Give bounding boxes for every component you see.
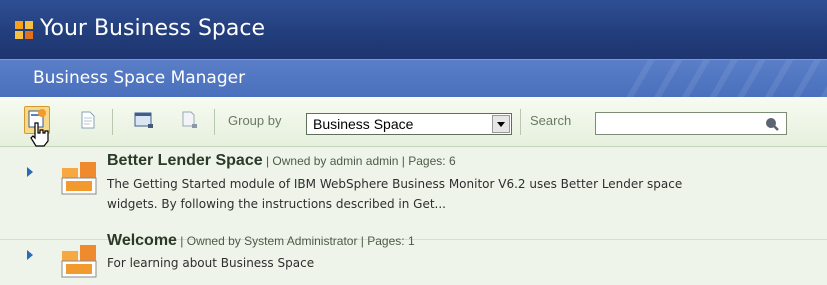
space-description: widgets. By following the instructions d… [107, 197, 446, 211]
space-description: For learning about Business Space [107, 256, 315, 270]
space-name-link[interactable]: Welcome [107, 232, 177, 249]
new-page-button[interactable] [77, 109, 99, 131]
manage-space-button[interactable] [133, 109, 155, 131]
toolbar-separator [214, 109, 215, 135]
search-icon[interactable] [764, 116, 780, 132]
app-header: Your Business Space [0, 0, 827, 59]
window-icon [134, 112, 153, 128]
space-description: The Getting Started module of IBM WebSph… [107, 177, 683, 191]
manager-header: Business Space Manager [0, 59, 827, 97]
business-space-icon [61, 162, 97, 195]
space-meta: | Owned by admin admin | Pages: 6 [262, 154, 456, 168]
group-by-value: Business Space [313, 116, 414, 132]
chevron-down-icon[interactable] [492, 115, 510, 133]
app-title: Your Business Space [40, 16, 266, 41]
space-list-item[interactable]: Welcome | Owned by System Administrator … [0, 232, 827, 285]
search-input[interactable] [595, 112, 787, 135]
expand-arrow-icon[interactable] [27, 250, 33, 260]
space-meta: | Owned by System Administrator | Pages:… [176, 234, 415, 248]
document-icon [81, 111, 95, 129]
business-space-icon [61, 245, 97, 278]
hand-cursor-icon [30, 122, 49, 147]
page-settings-button[interactable] [178, 109, 200, 131]
toolbar-separator [112, 109, 113, 135]
group-by-select[interactable]: Business Space [306, 113, 512, 135]
space-list-item[interactable]: Better Lender Space | Owned by admin adm… [0, 147, 827, 240]
group-by-label: Group by [228, 113, 282, 128]
space-name-link[interactable]: Better Lender Space [107, 152, 263, 169]
page-settings-icon [182, 111, 197, 128]
expand-arrow-icon[interactable] [27, 167, 33, 177]
business-space-logo-icon [15, 21, 33, 39]
manager-title: Business Space Manager [33, 68, 246, 88]
toolbar-separator [520, 109, 521, 135]
search-label: Search [530, 113, 572, 128]
